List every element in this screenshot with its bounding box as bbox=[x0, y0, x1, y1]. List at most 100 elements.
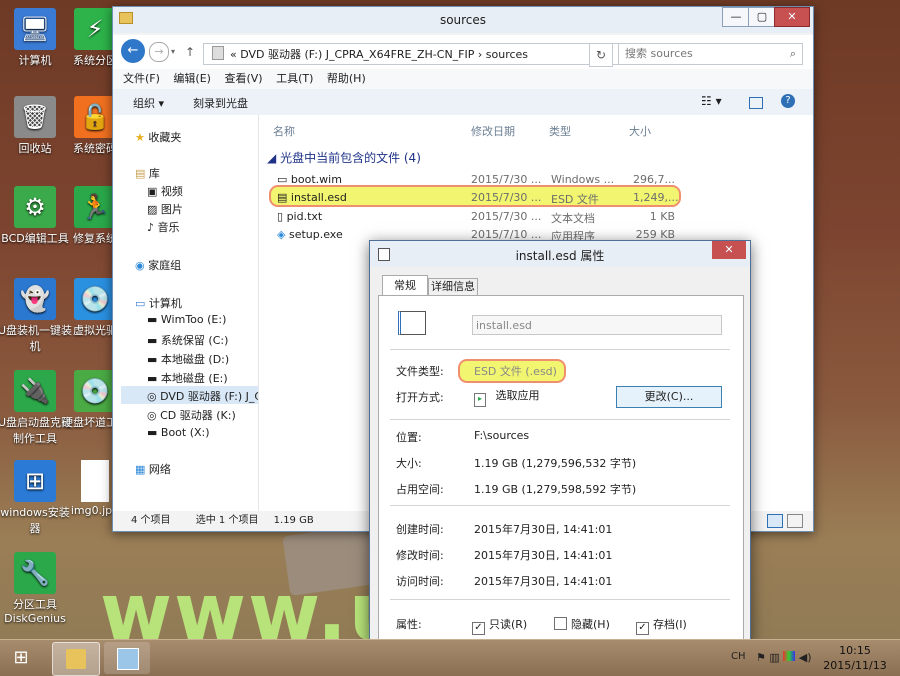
created-value: 2015年7月30日, 14:41:01 bbox=[474, 523, 613, 536]
video-icon: ▣ bbox=[147, 185, 158, 198]
volume-icon[interactable]: ◀) bbox=[799, 651, 812, 664]
nav-library[interactable]: ▤ 库 bbox=[135, 165, 160, 181]
display-icon[interactable] bbox=[783, 651, 796, 661]
nav-favorites-label: 收藏夹 bbox=[148, 131, 182, 144]
filename-field[interactable]: install.esd bbox=[472, 315, 722, 335]
hidden-checkbox[interactable]: 隐藏(H) bbox=[554, 616, 610, 632]
column-name[interactable]: 名称 bbox=[273, 123, 295, 139]
nav-computer-label: 计算机 bbox=[148, 297, 182, 310]
status-count: 4 个项目 bbox=[131, 515, 171, 526]
nav-drive-f-selected[interactable]: ◎ DVD 驱动器 (F:) J_C bbox=[121, 386, 262, 404]
file-row-pid-txt[interactable]: ▯ pid.txt bbox=[277, 210, 322, 223]
open-with-label: 打开方式: bbox=[396, 391, 444, 404]
file-row-install-esd[interactable]: ▤ install.esd bbox=[277, 191, 347, 204]
maximize-button[interactable]: ▢ bbox=[748, 7, 776, 27]
nav-library-videos[interactable]: ▣ 视频 bbox=[147, 183, 183, 199]
column-type[interactable]: 类型 bbox=[549, 123, 571, 139]
type-label: 文件类型: bbox=[396, 365, 444, 378]
tiles-view-icon[interactable] bbox=[787, 514, 803, 528]
nav-computer[interactable]: ▭ 计算机 bbox=[135, 295, 182, 311]
dialog-titlebar[interactable]: install.esd 属性 ✕ bbox=[370, 241, 750, 267]
dialog-close-button[interactable]: ✕ bbox=[712, 241, 746, 259]
taskbar-explorer[interactable] bbox=[52, 642, 100, 676]
separator bbox=[390, 599, 730, 600]
recent-dropdown-icon[interactable]: ▾ bbox=[171, 47, 175, 56]
nav-network-label: 网络 bbox=[148, 463, 171, 476]
close-button[interactable]: ✕ bbox=[774, 7, 810, 27]
file-date: 2015/7/30 ... bbox=[471, 173, 542, 186]
explorer-titlebar[interactable]: sources — ▢ ✕ bbox=[113, 7, 813, 33]
burn-button[interactable]: 刻录到光盘 bbox=[193, 95, 248, 111]
file-type: Windows ... bbox=[551, 173, 615, 186]
desktop-icon[interactable]: 🔧 分区工具 DiskGenius bbox=[0, 552, 75, 625]
file-name: boot.wim bbox=[290, 173, 342, 186]
archive-checkbox[interactable]: ✓ 存档(I) bbox=[636, 616, 687, 635]
help-icon[interactable]: ? bbox=[781, 94, 795, 108]
menu-file[interactable]: 文件(F) bbox=[123, 72, 160, 85]
type-value: ESD 文件 (.esd) bbox=[474, 365, 557, 378]
file-row-setup-exe[interactable]: ◈ setup.exe bbox=[277, 228, 343, 241]
nav-drive-label: 本地磁盘 (E:) bbox=[160, 372, 228, 385]
picture-icon: ▨ bbox=[147, 203, 158, 216]
change-button[interactable]: 更改(C)... bbox=[616, 386, 722, 408]
nav-drive-label: Boot (X:) bbox=[160, 426, 210, 439]
size-label: 大小: bbox=[396, 457, 422, 470]
nav-drive-c[interactable]: ▬ 系统保留 (C:) bbox=[147, 332, 228, 348]
start-button[interactable]: ⊞ bbox=[6, 646, 36, 670]
back-button[interactable]: ← bbox=[121, 39, 145, 63]
readonly-checkbox[interactable]: ✓ 只读(R) bbox=[472, 616, 527, 635]
menu-tools[interactable]: 工具(T) bbox=[276, 72, 313, 85]
nav-homegroup-label: 家庭组 bbox=[148, 259, 182, 272]
nav-drive-k[interactable]: ◎ CD 驱动器 (K:) bbox=[147, 407, 236, 423]
collapse-icon: ◢ bbox=[267, 151, 277, 165]
preview-pane-icon[interactable] bbox=[749, 97, 763, 109]
nav-favorites[interactable]: ★ 收藏夹 bbox=[135, 129, 181, 145]
nav-drive-e-wimtool[interactable]: ▬ WimToo (E:) bbox=[147, 313, 226, 326]
group-header[interactable]: ◢ 光盘中当前包含的文件 (4) bbox=[267, 149, 421, 166]
up-button[interactable]: ↑ bbox=[185, 45, 195, 59]
minimize-button[interactable]: — bbox=[722, 7, 750, 27]
separator bbox=[390, 349, 730, 350]
nav-library-music[interactable]: ♪ 音乐 bbox=[147, 219, 180, 235]
nav-homegroup[interactable]: ◉ 家庭组 bbox=[135, 257, 181, 273]
column-size[interactable]: 大小 bbox=[629, 123, 651, 139]
clock-time[interactable]: 10:15 bbox=[827, 644, 883, 657]
file-size: 1 KB bbox=[649, 210, 675, 223]
desktop-icon-image: 💿 bbox=[74, 370, 116, 412]
clock-date[interactable]: 2015/11/13 bbox=[822, 659, 888, 672]
desktop-icon-image: 🏃 bbox=[74, 186, 116, 228]
nav-drive-x[interactable]: ▬ Boot (X:) bbox=[147, 426, 210, 439]
window-title: sources bbox=[439, 13, 487, 27]
tab-details[interactable]: 详细信息 bbox=[428, 278, 478, 295]
menu-help[interactable]: 帮助(H) bbox=[327, 72, 366, 85]
column-date[interactable]: 修改日期 bbox=[471, 123, 515, 139]
star-icon: ★ bbox=[135, 131, 145, 144]
desktop-icon-image: 💿 bbox=[74, 278, 116, 320]
desktop-icon-image: 🗑 bbox=[14, 96, 56, 138]
nav-drive-d[interactable]: ▬ 本地磁盘 (D:) bbox=[147, 351, 229, 367]
nav-drive-e[interactable]: ▬ 本地磁盘 (E:) bbox=[147, 370, 228, 386]
network-tray-icon[interactable]: ▥ bbox=[769, 651, 779, 664]
menu-view[interactable]: 查看(V) bbox=[224, 72, 262, 85]
file-row-boot-wim[interactable]: ▭ boot.wim bbox=[277, 173, 342, 186]
view-options-icon[interactable]: ☷ ▾ bbox=[701, 94, 722, 108]
forward-button[interactable]: → bbox=[149, 42, 169, 62]
tab-general[interactable]: 常规 bbox=[382, 275, 428, 296]
menu-edit[interactable]: 编辑(E) bbox=[173, 72, 211, 85]
refresh-button[interactable]: ↻ bbox=[589, 43, 613, 67]
separator bbox=[390, 505, 730, 506]
details-view-icon[interactable] bbox=[767, 514, 783, 528]
nav-network[interactable]: ▦ 网络 bbox=[135, 461, 171, 477]
drive-icon: ▬ bbox=[147, 372, 158, 385]
taskbar-app[interactable] bbox=[104, 642, 150, 674]
organize-button[interactable]: 组织 ▾ bbox=[133, 95, 164, 111]
file-size: 296,7... bbox=[633, 173, 675, 186]
desktop-icon-image: ⚙ bbox=[14, 186, 56, 228]
language-indicator[interactable]: CH bbox=[731, 651, 746, 662]
search-input[interactable]: 搜索 sources ⌕ bbox=[618, 43, 803, 65]
nav-library-pictures[interactable]: ▨ 图片 bbox=[147, 201, 183, 217]
nav-drive-label: DVD 驱动器 (F:) J_C bbox=[160, 390, 263, 403]
drive-icon: ▬ bbox=[147, 426, 158, 439]
action-center-icon[interactable]: ⚑ bbox=[756, 651, 766, 664]
file-name: install.esd bbox=[290, 191, 347, 204]
